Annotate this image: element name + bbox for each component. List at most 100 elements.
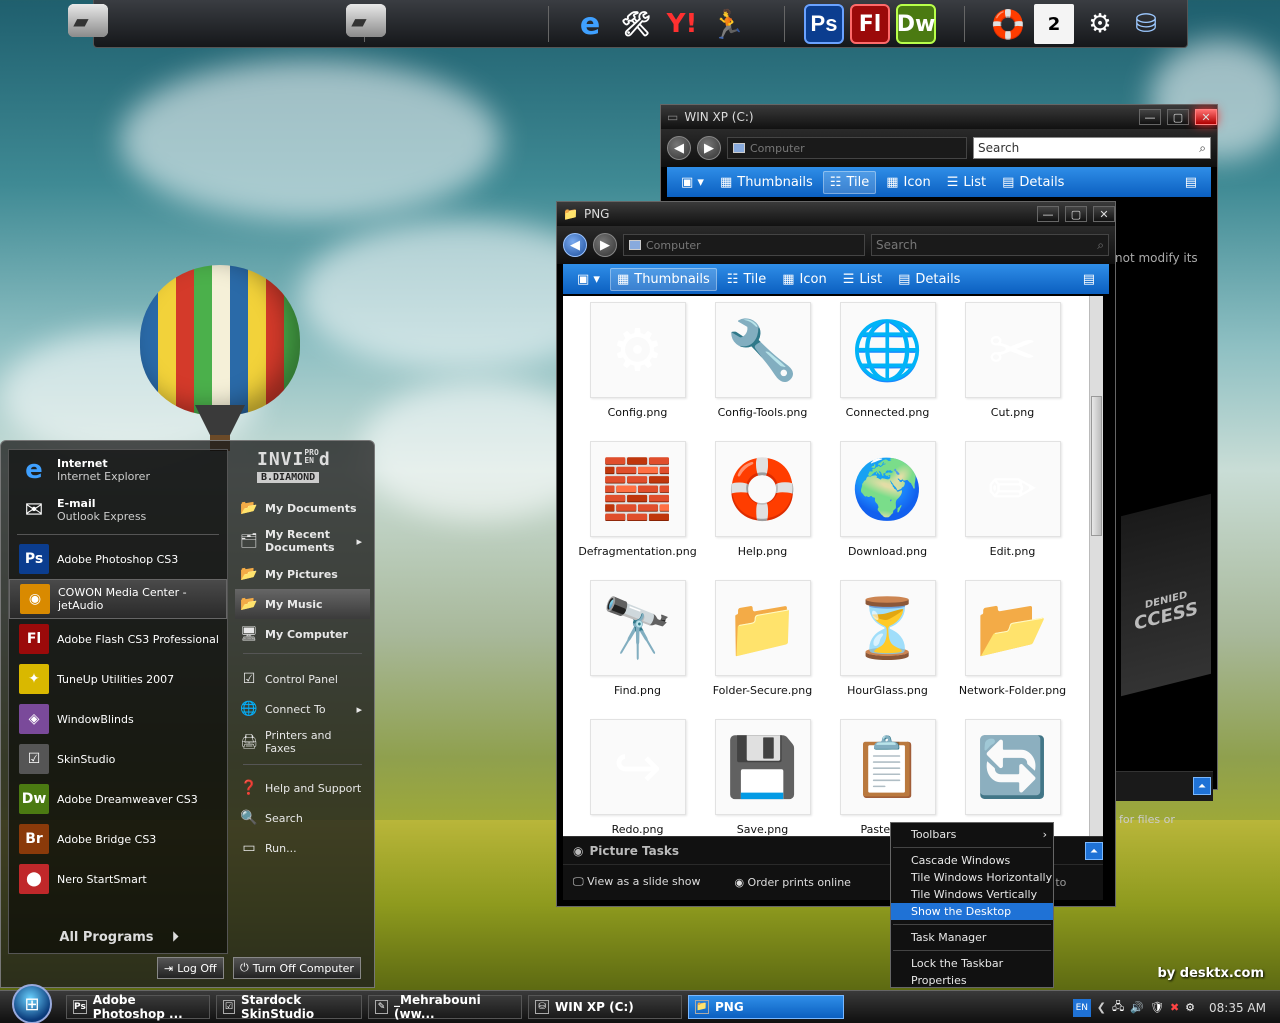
aim-icon[interactable]: 🏃 — [708, 4, 748, 44]
program-item[interactable]: Ps Adobe Photoshop CS3 — [9, 539, 227, 579]
view-details[interactable]: ▤ Details — [892, 269, 966, 290]
file-item[interactable]: 🛟 Help.png — [700, 441, 825, 580]
scrollbar-thumb[interactable] — [1091, 396, 1102, 536]
tools-icon[interactable]: 🛠 — [616, 4, 656, 44]
search-item[interactable]: 🔍 Search — [235, 803, 370, 833]
documents-tray-icon[interactable]: ▰ — [68, 4, 108, 37]
program-item[interactable]: ◉ COWON Media Center - jetAudio — [9, 579, 227, 619]
view-icon[interactable]: ▦ Icon — [880, 172, 936, 193]
taskbar-button[interactable]: ☑ Stardock SkinStudio — [216, 993, 362, 1021]
ctx-tile-horizontal[interactable]: Tile Windows Horizontally — [891, 869, 1053, 886]
file-item[interactable]: 📂 Network-Folder.png — [950, 580, 1075, 719]
ctx-toolbars[interactable]: Toolbars › — [891, 826, 1053, 843]
update-tray-icon[interactable]: ⚙ — [1185, 1001, 1195, 1014]
file-item[interactable]: ✏ Edit.png — [950, 441, 1075, 580]
taskbar-button[interactable]: ✎ _Mehrabouni (ww... — [368, 993, 522, 1021]
control-panel-item[interactable]: ☑ Control Panel — [235, 664, 370, 694]
tray-expand-icon[interactable]: ❮ — [1097, 1001, 1106, 1014]
back-button[interactable]: ◀ — [563, 233, 587, 257]
minimize-button[interactable]: — — [1037, 206, 1059, 222]
forward-button[interactable]: ▶ — [697, 136, 721, 160]
network-tray-icon[interactable]: 🖧 — [1112, 998, 1124, 1017]
file-item[interactable]: ⏳ HourGlass.png — [825, 580, 950, 719]
taskbar-button[interactable]: Ps Adobe Photoshop ... — [66, 993, 210, 1021]
views-menu-button[interactable]: ▣ ▾ — [675, 172, 710, 193]
file-item[interactable]: 🔭 Find.png — [575, 580, 700, 719]
ctx-lock-taskbar[interactable]: Lock the Taskbar — [891, 955, 1053, 972]
log-off-button[interactable]: ⇥ Log Off — [157, 957, 224, 979]
close-button[interactable]: ✕ — [1195, 109, 1217, 125]
file-item[interactable]: 📁 Folder-Secure.png — [700, 580, 825, 719]
back-button[interactable]: ◀ — [667, 136, 691, 160]
connect-to-item[interactable]: 🌐 Connect To ▸ — [235, 694, 370, 724]
app-tray-icon[interactable]: ✖ — [1170, 1001, 1179, 1014]
file-item[interactable]: 💾 Save.png — [700, 719, 825, 836]
program-item[interactable]: ☑ SkinStudio — [9, 739, 227, 779]
pane-icon[interactable]: ▤ — [1179, 172, 1203, 193]
minimize-button[interactable]: — — [1139, 109, 1161, 125]
my-computer-item[interactable]: 🖥 My Computer — [235, 619, 370, 649]
ie-icon[interactable]: e — [570, 4, 610, 44]
search-input[interactable]: Search ⌕ — [973, 137, 1211, 159]
png-window[interactable]: 📁 PNG — ▢ ✕ ◀ ▶ Computer Search ⌕ ▣ ▾ ▦ Th… — [556, 201, 1116, 907]
file-item[interactable]: 🧱 Defragmentation.png — [575, 441, 700, 580]
slideshow-task[interactable]: 🖵 View as a slide show — [573, 875, 700, 889]
my-recent-documents-item[interactable]: 🗂 My Recent Documents ▸ — [235, 523, 370, 559]
file-item[interactable]: ↪ Redo.png — [575, 719, 700, 836]
yahoo-icon[interactable]: Y! — [662, 4, 702, 44]
ctx-cascade[interactable]: Cascade Windows — [891, 852, 1053, 869]
my-pictures-item[interactable]: 📂 My Pictures — [235, 559, 370, 589]
disk-tray-icon-3[interactable]: ▰ — [346, 4, 386, 37]
run-item[interactable]: ▭ Run... — [235, 833, 370, 863]
file-item[interactable]: ✂ Cut.png — [950, 302, 1075, 441]
photoshop-icon[interactable]: Ps — [804, 4, 844, 44]
view-list[interactable]: ☰ List — [941, 172, 992, 193]
pinned-internet[interactable]: e Internet Internet Explorer — [9, 450, 227, 490]
turn-off-button[interactable]: ⏻ Turn Off Computer — [233, 957, 361, 979]
png-titlebar[interactable]: 📁 PNG — ▢ ✕ — [557, 202, 1115, 226]
pinned-email[interactable]: ✉ E-mail Outlook Express — [9, 490, 227, 530]
program-item[interactable]: Fl Adobe Flash CS3 Professional — [9, 619, 227, 659]
my-documents-item[interactable]: 📂 My Documents — [235, 493, 370, 523]
file-item[interactable]: 🌐 Connected.png — [825, 302, 950, 441]
winxp-pane-toggle[interactable]: ⏶ — [1193, 777, 1211, 795]
view-tile[interactable]: ☷ Tile — [822, 170, 877, 194]
address-bar[interactable]: Computer — [727, 137, 967, 159]
volume-tray-icon[interactable]: 🔊 — [1130, 1001, 1144, 1014]
printers-item[interactable]: 🖨 Printers and Faxes — [235, 724, 370, 760]
ctx-properties[interactable]: Properties — [891, 972, 1053, 989]
view-details[interactable]: ▤ Details — [996, 172, 1070, 193]
help-support-item[interactable]: ❓ Help and Support — [235, 773, 370, 803]
forward-button[interactable]: ▶ — [593, 233, 617, 257]
language-indicator[interactable]: EN — [1072, 998, 1091, 1017]
flash-icon[interactable]: Fl — [850, 4, 890, 44]
view-list[interactable]: ☰ List — [837, 269, 888, 290]
file-item[interactable]: 🌍 Download.png — [825, 441, 950, 580]
close-button[interactable]: ✕ — [1093, 206, 1115, 222]
ctx-show-desktop[interactable]: Show the Desktop — [891, 903, 1053, 920]
address-bar[interactable]: Computer — [623, 234, 865, 256]
winxp-titlebar[interactable]: ▭ WIN XP (C:) — ▢ ✕ — [661, 105, 1217, 129]
view-icon[interactable]: ▦ Icon — [776, 269, 832, 290]
program-item[interactable]: Dw Adobe Dreamweaver CS3 — [9, 779, 227, 819]
view-thumbnails[interactable]: ▦ Thumbnails — [609, 267, 717, 291]
program-item[interactable]: ◈ WindowBlinds — [9, 699, 227, 739]
file-item[interactable]: ⚙ Config.png — [575, 302, 700, 441]
security-tray-icon[interactable]: 🛡 — [1150, 1001, 1164, 1014]
vertical-scrollbar[interactable] — [1089, 296, 1103, 836]
all-programs-button[interactable]: All Programs ⏵ — [9, 930, 229, 945]
tasks-collapse-button[interactable]: ⏶ — [1085, 842, 1103, 860]
taskbar-button[interactable]: ⛁ WIN XP (C:) — [528, 995, 682, 1019]
clock[interactable]: 08:35 AM — [1209, 1001, 1266, 1015]
views-menu-button[interactable]: ▣ ▾ — [571, 269, 606, 290]
database-icon[interactable]: ⛁ — [1126, 4, 1166, 44]
order-prints-task[interactable]: ◉ Order prints online — [734, 876, 851, 889]
maximize-button[interactable]: ▢ — [1167, 109, 1189, 125]
program-item[interactable]: ⬤ Nero StartSmart — [9, 859, 227, 899]
view-thumbnails[interactable]: ▦ Thumbnails — [714, 172, 819, 193]
program-item[interactable]: ✦ TuneUp Utilities 2007 — [9, 659, 227, 699]
ctx-tile-vertical[interactable]: Tile Windows Vertically — [891, 886, 1053, 903]
view-tile[interactable]: ☷ Tile — [721, 269, 772, 290]
ctx-task-manager[interactable]: Task Manager — [891, 929, 1053, 946]
search-input[interactable]: Search ⌕ — [871, 234, 1109, 256]
